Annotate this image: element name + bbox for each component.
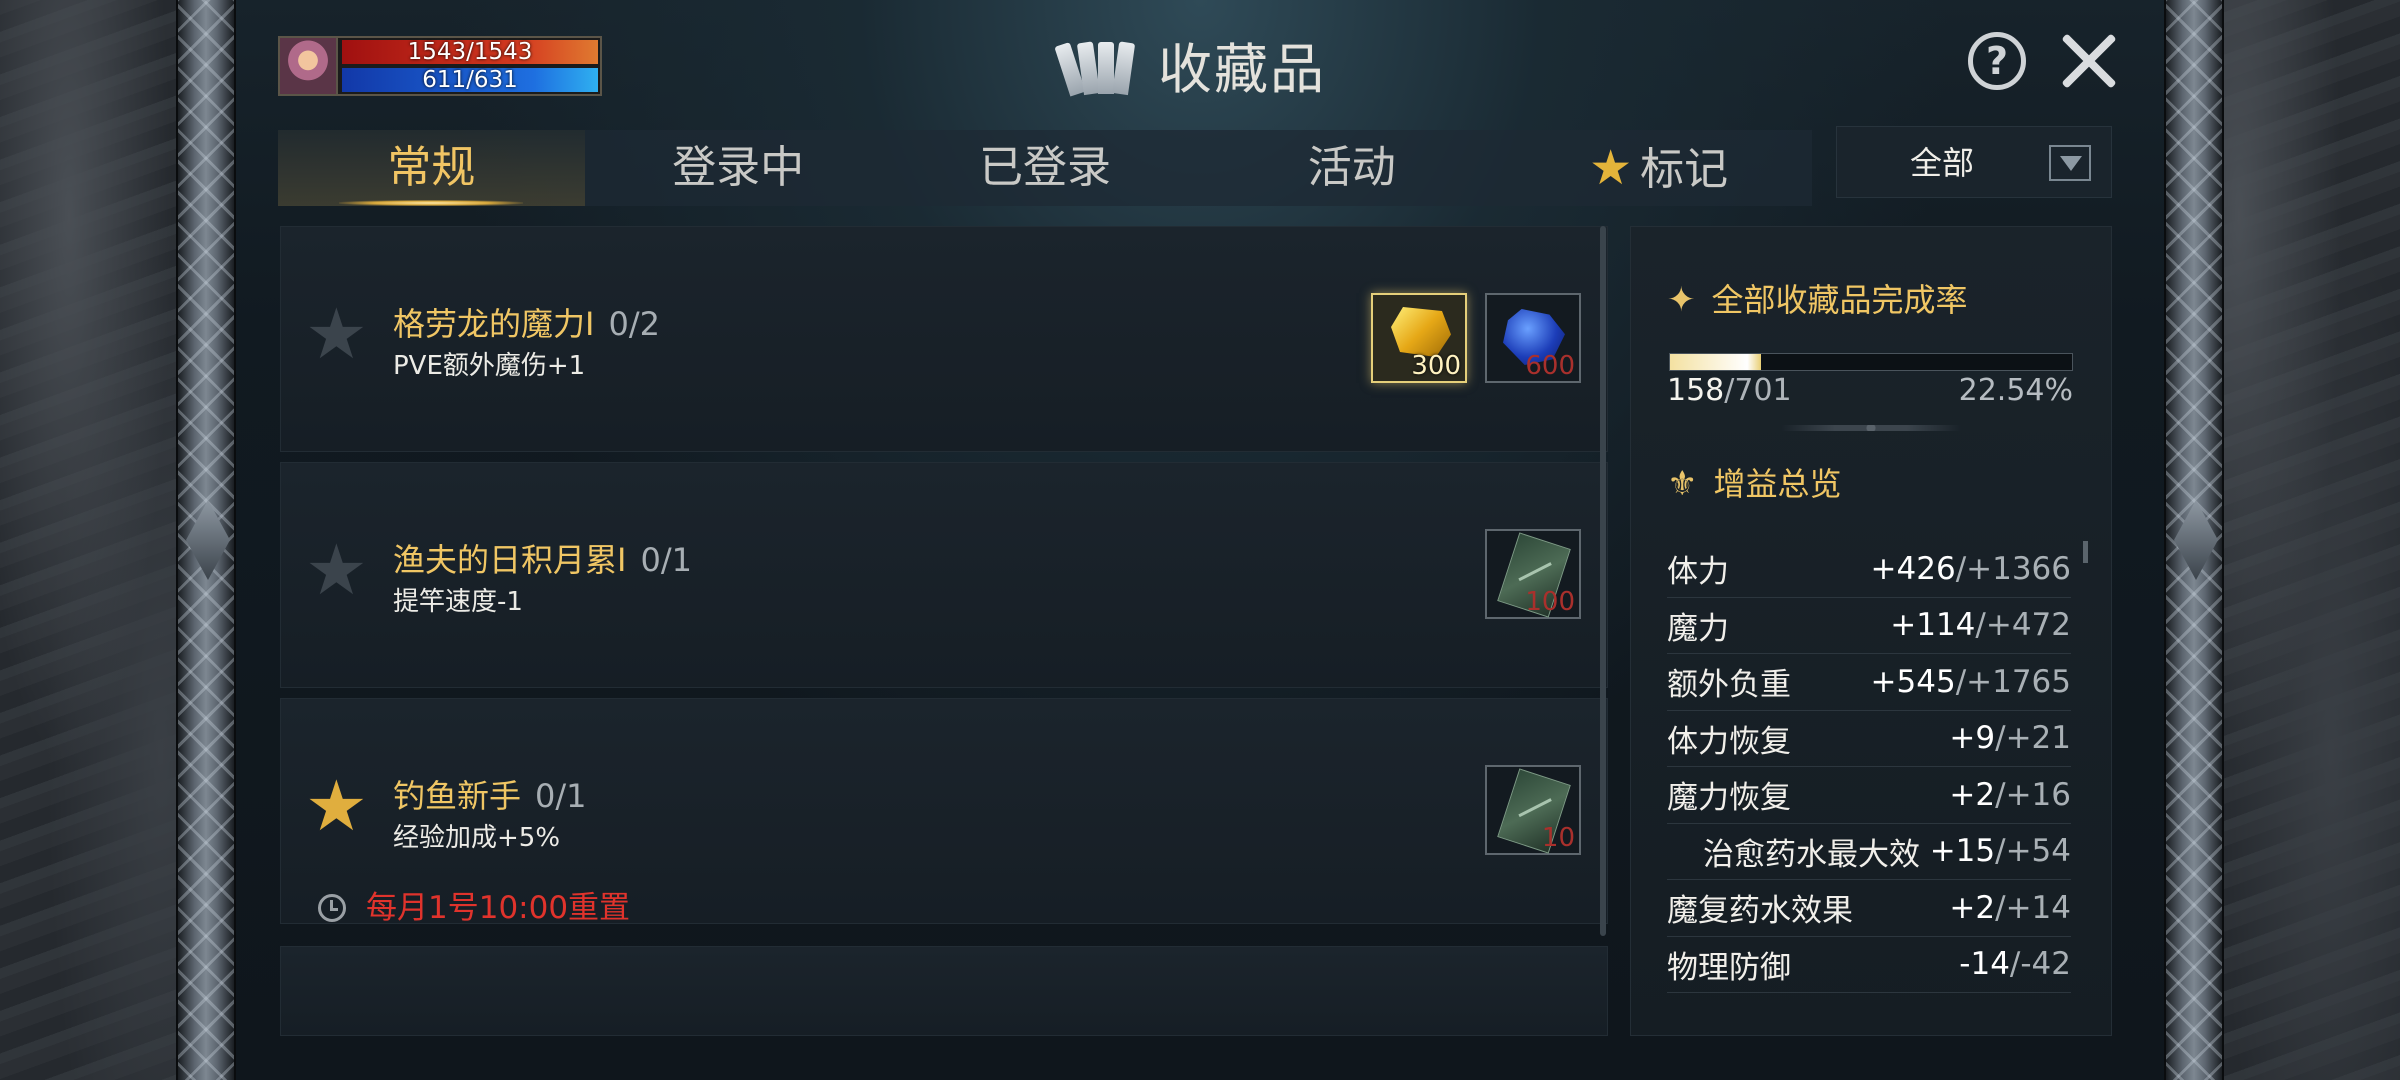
collection-progress: 0/2 — [608, 305, 660, 343]
sparkle-icon: ✦ — [1667, 280, 1696, 320]
completion-count: 158/701 — [1667, 373, 1792, 408]
filter-dropdown[interactable]: 全部 — [1836, 126, 2112, 198]
buffs-header: ⚜ 增益总览 — [1667, 464, 1842, 504]
reward-qty: 600 — [1525, 351, 1575, 381]
filter-selected: 全部 — [1909, 144, 1974, 182]
tab-label: 已登录 — [978, 142, 1111, 193]
avatar[interactable] — [280, 38, 338, 94]
collection-name: 渔夫的日积月累Ⅰ 0/1 — [393, 541, 692, 579]
ornate-pillar-right — [2164, 0, 2224, 1080]
close-icon[interactable] — [2058, 30, 2120, 92]
fleur-icon: ⚜ — [1667, 464, 1698, 504]
pillar-gem-left — [186, 500, 230, 580]
collection-desc: 经验加成+5% — [393, 823, 561, 853]
collection-progress: 0/1 — [640, 541, 692, 579]
mp-bar: 611/631 — [342, 68, 598, 92]
stat-row: 体力恢复 +9/+21 — [1667, 711, 2071, 767]
collection-progress: 0/1 — [535, 777, 587, 815]
tab-general[interactable]: 常规 — [278, 130, 585, 206]
collection-name: 格劳龙的魔力Ⅰ 0/2 — [393, 305, 660, 343]
reward-qty: 10 — [1541, 823, 1575, 853]
reward-qty: 300 — [1411, 351, 1461, 381]
stat-row: 魔力恢复 +2/+16 — [1667, 767, 2071, 824]
collection-name: 钓鱼新手 0/1 — [393, 777, 587, 815]
category-tabs: 常规 登录中 已登录 活动 ★ 标记 — [278, 130, 1812, 206]
summary-panel: ✦ 全部收藏品完成率 158/701 22.54% ⚜ 增益总览 体力 +426/+1… — [1630, 226, 2112, 1036]
player-status[interactable]: 1543/1543 611/631 — [278, 36, 602, 96]
window-title: 收藏品 — [1054, 28, 1326, 101]
star-icon[interactable]: ★ — [305, 535, 368, 605]
tab-registered[interactable]: 已登录 — [892, 130, 1199, 206]
ornament-divider — [1781, 425, 1961, 431]
clock-icon — [318, 894, 346, 922]
chevron-down-icon[interactable] — [2049, 145, 2091, 181]
reward-slot[interactable]: 600 — [1485, 293, 1581, 383]
tab-label: 标记 — [1640, 144, 1729, 195]
hp-bar: 1543/1543 — [342, 40, 598, 64]
stat-row: 物理防御 -14/-42 — [1667, 937, 2071, 993]
completion-progress-fill — [1670, 354, 1761, 370]
collection-item[interactable]: ★ 格劳龙的魔力Ⅰ 0/2 PVE额外魔伤+1 300 600 — [280, 226, 1608, 452]
stat-row: 额外负重 +545/+1765 — [1667, 654, 2071, 711]
stat-row: 魔力 +114/+472 — [1667, 598, 2071, 654]
tab-label: 登录中 — [672, 142, 805, 193]
stats-scrollbar[interactable] — [2083, 541, 2088, 563]
question-icon[interactable]: ? — [1968, 32, 2026, 90]
stat-row: 治愈药水最大效 +15/+54 — [1667, 824, 2071, 880]
gold-ore-icon — [1391, 307, 1451, 357]
completion-header: ✦ 全部收藏品完成率 — [1667, 280, 1968, 320]
star-icon: ★ — [1589, 140, 1633, 196]
collection-desc: 提竿速度-1 — [393, 587, 523, 617]
tab-event[interactable]: 活动 — [1198, 130, 1505, 206]
tab-registering[interactable]: 登录中 — [585, 130, 892, 206]
collection-item[interactable] — [280, 946, 1608, 1036]
page-title: 收藏品 — [1158, 37, 1326, 101]
tab-label: 活动 — [1307, 142, 1396, 193]
reward-slot[interactable]: 100 — [1485, 529, 1581, 619]
buff-stats[interactable]: 体力 +426/+1366 魔力 +114/+472 额外负重 +545/+1765 … — [1667, 541, 2071, 993]
collection-desc: PVE额外魔伤+1 — [393, 351, 586, 381]
collection-book-icon — [1054, 34, 1140, 97]
tab-label: 常规 — [387, 142, 476, 193]
completion-percent: 22.54% — [1958, 373, 2073, 408]
reward-qty: 100 — [1525, 587, 1575, 617]
reward-slot[interactable]: 300 — [1371, 293, 1467, 383]
reset-text: 每月1号10:00重置 — [366, 890, 631, 926]
completion-progress-bar — [1669, 353, 2073, 371]
list-scrollbar[interactable] — [1600, 226, 1606, 936]
collection-item[interactable]: ★ 渔夫的日积月累Ⅰ 0/1 提竿速度-1 100 — [280, 462, 1608, 688]
reset-notice: 每月1号10:00重置 — [318, 882, 630, 927]
reward-slot[interactable]: 10 — [1485, 765, 1581, 855]
star-icon[interactable]: ★ — [305, 771, 368, 841]
stat-row: 魔复药水效果 +2/+14 — [1667, 880, 2071, 937]
star-icon[interactable]: ★ — [305, 299, 368, 369]
tab-marked[interactable]: ★ 标记 — [1505, 130, 1812, 206]
pillar-gem-right — [2174, 500, 2218, 580]
ornate-pillar-left — [176, 0, 236, 1080]
stat-row: 体力 +426/+1366 — [1667, 541, 2071, 598]
